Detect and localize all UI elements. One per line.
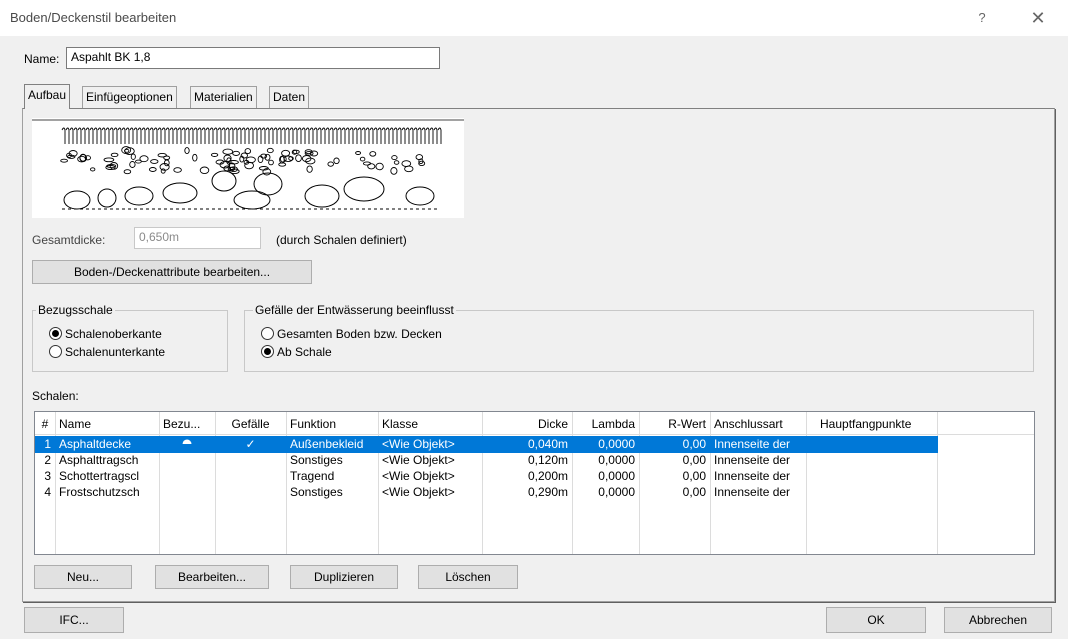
edit-attributes-button[interactable]: Boden-/Deckenattribute bearbeiten... xyxy=(32,260,312,284)
gesamtdicke-note: (durch Schalen definiert) xyxy=(276,233,407,247)
layer-preview-drawing xyxy=(32,119,464,210)
cell-dicke: 0,290m xyxy=(527,485,568,499)
cell-lambda: 0,0000 xyxy=(598,485,635,499)
column-header-dicke[interactable]: Dicke xyxy=(482,413,572,434)
column-header-funktion[interactable]: Funktion xyxy=(286,413,378,434)
gefaelle-group: Gefälle der Entwässerung beeinflusst Ges… xyxy=(244,303,1034,372)
column-header-anschlussart[interactable]: Anschlussart xyxy=(710,413,806,434)
cell-bezu xyxy=(159,483,215,502)
cell-anschluss: Innenseite der xyxy=(714,485,791,499)
cell-haupt xyxy=(806,483,937,502)
radio-label: Schalenunterkante xyxy=(65,345,166,359)
ok-button[interactable]: OK xyxy=(826,607,926,633)
help-icon[interactable]: ? xyxy=(972,8,992,28)
column-header-bezu[interactable]: Bezu... xyxy=(159,413,215,434)
radio-label: Schalenoberkante xyxy=(65,327,162,341)
cell-name: Frostschutzsch xyxy=(59,485,140,499)
title-bar: Boden/Deckenstil bearbeiten ? ✕ xyxy=(0,0,1068,36)
delete-layer-button[interactable]: Löschen xyxy=(418,565,518,589)
gefaelle-title: Gefälle der Entwässerung beeinflusst xyxy=(253,303,456,317)
name-label: Name: xyxy=(24,52,60,66)
radio-checked-icon xyxy=(261,345,274,358)
cell-gefaelle xyxy=(215,483,286,502)
tab-aufbau[interactable]: Aufbau xyxy=(24,84,71,109)
radio-checked-icon xyxy=(49,327,62,340)
tab-materialien[interactable]: Materialien xyxy=(190,86,257,108)
edit-layer-button[interactable]: Bearbeiten... xyxy=(155,565,269,589)
radio-ab-schale[interactable]: Ab Schale xyxy=(261,345,332,361)
column-header-name[interactable]: Name xyxy=(55,413,159,434)
radio-schalenunterkante[interactable]: Schalenunterkante xyxy=(49,345,165,361)
close-icon[interactable]: ✕ xyxy=(1024,6,1052,30)
column-header-rwert[interactable]: R-Wert xyxy=(639,413,710,434)
tab-daten[interactable]: Daten xyxy=(269,86,310,108)
radio-unchecked-icon xyxy=(49,345,62,358)
cell-klasse: <Wie Objekt> xyxy=(382,485,455,499)
window-title: Boden/Deckenstil bearbeiten xyxy=(10,10,177,25)
bezugsschale-group: Bezugsschale Schalenoberkante Schalenunt… xyxy=(32,303,228,372)
table-row[interactable]: 4 Frostschutzsch Sonstiges <Wie Objekt> 0,29… xyxy=(35,484,1034,501)
radio-label: Gesamten Boden bzw. Decken xyxy=(277,327,442,341)
radio-label: Ab Schale xyxy=(277,345,332,359)
cell-funktion: Sonstiges xyxy=(290,485,343,499)
cell-num: 4 xyxy=(44,485,51,499)
radio-gesamten-boden[interactable]: Gesamten Boden bzw. Decken xyxy=(261,327,442,343)
gesamtdicke-label: Gesamtdicke: xyxy=(32,233,106,247)
cancel-button[interactable]: Abbrechen xyxy=(944,607,1052,633)
column-header-gefaelle[interactable]: Gefälle xyxy=(215,413,286,434)
schalen-label: Schalen: xyxy=(32,389,79,403)
new-layer-button[interactable]: Neu... xyxy=(34,565,132,589)
schalen-table[interactable]: # Name Bezu... Gefälle Funktion Klasse D… xyxy=(34,411,1035,555)
cell-rwert: 0,00 xyxy=(682,485,706,499)
layer-preview xyxy=(32,118,464,218)
radio-schalenoberkante[interactable]: Schalenoberkante xyxy=(49,327,162,343)
column-header-hauptfangpunkte[interactable]: Hauptfangpunkte xyxy=(806,413,937,434)
gesamtdicke-input: 0,650m xyxy=(134,227,261,249)
column-header-lambda[interactable]: Lambda xyxy=(572,413,639,434)
radio-unchecked-icon xyxy=(261,327,274,340)
name-input[interactable]: Aspahlt BK 1,8 xyxy=(66,47,440,69)
column-header-num[interactable]: # xyxy=(35,413,55,434)
duplicate-layer-button[interactable]: Duplizieren xyxy=(290,565,398,589)
bezugsschale-title: Bezugsschale xyxy=(36,303,115,317)
ifc-button[interactable]: IFC... xyxy=(24,607,124,633)
column-header-klasse[interactable]: Klasse xyxy=(378,413,482,434)
tab-einfuegeoptionen[interactable]: Einfügeoptionen xyxy=(82,86,177,108)
